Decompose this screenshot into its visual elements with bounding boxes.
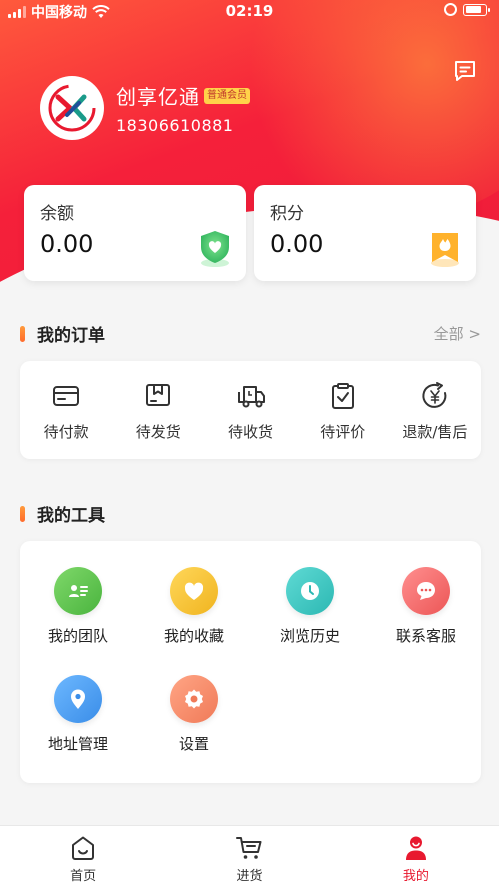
member-badge: 普通会员 <box>204 87 250 104</box>
points-card[interactable]: 积分 0.00 <box>254 185 476 281</box>
orders-section-title: 我的订单 <box>20 321 105 346</box>
tool-label: 我的收藏 <box>163 627 224 645</box>
order-label: 待发货 <box>135 423 181 441</box>
order-label: 退款/售后 <box>402 423 468 441</box>
tab-label: 进货 <box>236 869 263 884</box>
tool-label: 浏览历史 <box>279 627 340 645</box>
order-pending-review[interactable]: 待评价 <box>297 361 389 459</box>
order-pending-shipment[interactable]: 待发货 <box>112 361 204 459</box>
status-bar: 中国移动 02:19 <box>0 0 499 24</box>
section-accent-bar <box>20 325 25 342</box>
location-pin-icon <box>54 675 102 723</box>
package-icon <box>146 384 171 406</box>
bottom-tab-bar: 首页 进货 我的 <box>0 825 499 888</box>
refund-yen-icon <box>422 382 447 408</box>
message-icon[interactable] <box>453 59 477 83</box>
view-all-orders-link[interactable]: 全部 > <box>434 323 481 344</box>
tools-panel: 我的团队 我的收藏 浏览历史 联系客服 地址管理 设置 <box>20 541 481 783</box>
tab-profile[interactable]: 我的 <box>333 826 499 888</box>
points-flame-icon <box>431 233 459 267</box>
wallet-icon <box>53 386 80 406</box>
tool-my-team[interactable]: 我的团队 <box>20 567 136 646</box>
clipboard-check-icon <box>331 383 354 409</box>
company-logo <box>48 84 96 132</box>
points-label: 积分 <box>270 204 304 224</box>
tool-settings[interactable]: 设置 <box>136 675 252 754</box>
balance-label: 余额 <box>40 204 74 224</box>
home-icon <box>72 836 95 860</box>
order-label: 待评价 <box>320 423 366 441</box>
chat-bubble-icon <box>402 567 450 615</box>
tools-title: 我的工具 <box>37 506 105 526</box>
orders-title: 我的订单 <box>37 326 105 346</box>
heart-icon <box>170 567 218 615</box>
tab-purchase[interactable]: 进货 <box>166 826 332 888</box>
orders-panel: 待付款 待发货 待收货 待评价 退款/售后 <box>20 361 481 459</box>
user-icon <box>405 836 426 860</box>
order-label: 待收货 <box>228 423 274 441</box>
tool-label: 联系客服 <box>395 627 456 645</box>
team-card-icon <box>54 567 102 615</box>
tools-section-title: 我的工具 <box>20 501 105 526</box>
order-pending-payment[interactable]: 待付款 <box>20 361 112 459</box>
tool-history[interactable]: 浏览历史 <box>252 567 368 646</box>
truck-icon <box>237 386 265 408</box>
orientation-lock-icon <box>444 3 457 16</box>
order-pending-receipt[interactable]: 待收货 <box>204 361 296 459</box>
tool-label: 设置 <box>178 735 209 753</box>
tool-customer-service[interactable]: 联系客服 <box>368 567 484 646</box>
section-accent-bar <box>20 505 25 522</box>
user-profile[interactable]: 创享亿通 普通会员 18306610881 <box>40 76 250 140</box>
order-label: 待付款 <box>43 423 89 441</box>
tool-favorites[interactable]: 我的收藏 <box>136 567 252 646</box>
tool-label: 地址管理 <box>47 735 108 753</box>
battery-icon <box>463 3 490 16</box>
balance-cards: 余额 0.00 积分 0.00 <box>24 185 476 281</box>
shield-heart-icon <box>201 231 229 267</box>
phone-number: 18306610881 <box>116 116 234 135</box>
status-time: 02:19 <box>225 2 274 20</box>
tab-label: 我的 <box>402 869 429 884</box>
tab-home[interactable]: 首页 <box>0 826 166 888</box>
gear-icon <box>170 675 218 723</box>
balance-card[interactable]: 余额 0.00 <box>24 185 246 281</box>
tab-label: 首页 <box>70 869 97 884</box>
username: 创享亿通 <box>116 85 200 109</box>
tool-label: 我的团队 <box>47 627 108 645</box>
cart-icon <box>236 837 262 859</box>
order-refund-aftersale[interactable]: 退款/售后 <box>389 361 481 459</box>
tool-address[interactable]: 地址管理 <box>20 675 136 754</box>
clock-icon <box>286 567 334 615</box>
avatar[interactable] <box>40 76 104 140</box>
